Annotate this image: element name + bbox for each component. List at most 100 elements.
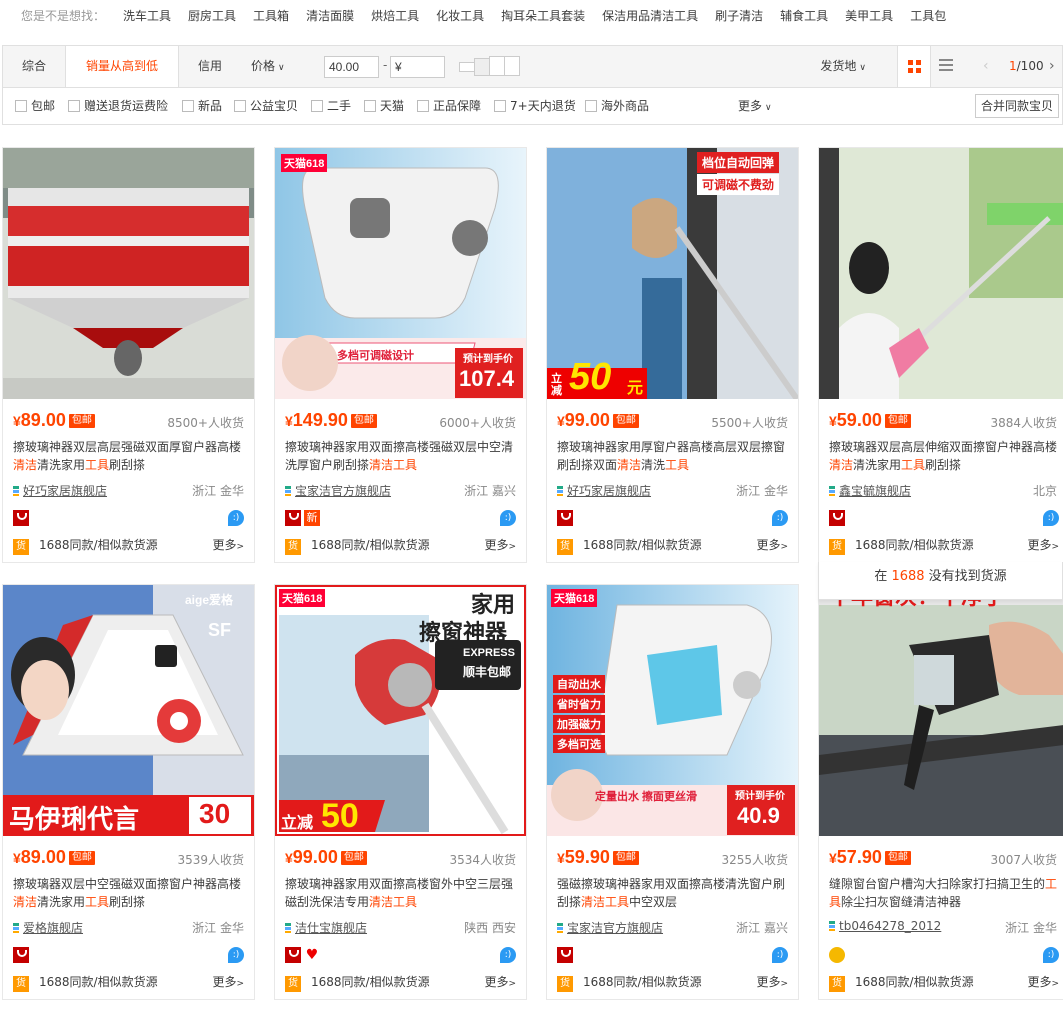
checkbox[interactable] — [234, 100, 246, 112]
suggestion-link[interactable]: 化妆工具 — [436, 7, 484, 24]
more-link[interactable]: 更多> — [484, 536, 516, 556]
shop-link[interactable]: 洁仕宝旗舰店 — [285, 919, 367, 936]
tmall-icon[interactable] — [557, 947, 573, 963]
product-title[interactable]: 缝隙窗台窗户槽沟大扫除家打扫搞卫生的工具除尘扫灰窗缝清洁神器 — [829, 875, 1063, 911]
shop-link[interactable]: tb0464278_2012 — [829, 919, 941, 933]
more-filters-dropdown[interactable]: 更多 ∨ — [738, 88, 772, 126]
filter-charity[interactable]: 公益宝贝 — [234, 88, 298, 124]
merge-same-items-button[interactable]: 合并同款宝贝 — [975, 94, 1059, 118]
product-title[interactable]: 擦玻璃神器家用双面擦高楼窗外中空三层强磁刮洗保洁专用清洁工具 — [285, 875, 519, 911]
product-card[interactable]: 天猫618 家用 擦窗神器 EXPRESS 顺丰包邮 立减 50 ¥99.00 包… — [274, 584, 527, 1000]
suggestion-link[interactable]: 保洁用品清洁工具 — [602, 7, 698, 24]
suggestion-link[interactable]: 美甲工具 — [845, 7, 893, 24]
checkbox[interactable] — [585, 100, 597, 112]
prev-page-icon[interactable]: ‹ — [983, 46, 989, 87]
ship-from-dropdown[interactable]: 发货地 ∨ — [820, 46, 866, 89]
product-title[interactable]: 擦玻璃器双层中空强磁双面擦窗户神器高楼清洁清洗家用工具刷刮搽 — [13, 875, 247, 911]
shop-link[interactable]: 宝家洁官方旗舰店 — [285, 482, 391, 499]
wangwang-chat-icon[interactable]: :) — [500, 510, 516, 526]
checkbox[interactable] — [15, 100, 27, 112]
sort-tab-credit[interactable]: 信用 — [179, 46, 241, 87]
list-view-icon[interactable] — [939, 59, 953, 73]
shop-link[interactable]: 好巧家居旗舰店 — [13, 482, 107, 499]
new-icon[interactable]: 新 — [304, 510, 320, 526]
heart-icon[interactable]: ♥ — [304, 947, 320, 963]
source-link[interactable]: 货 1688同款/相似款货源 — [13, 536, 158, 555]
checkbox[interactable] — [494, 100, 506, 112]
product-card[interactable]: ¥89.00 包邮 8500+人收货 擦玻璃神器双层高层强磁双面厚窗户器高楼清洁清… — [2, 147, 255, 563]
more-link[interactable]: 更多> — [212, 536, 244, 556]
suggestion-link[interactable]: 厨房工具 — [188, 7, 236, 24]
shop-link[interactable]: 好巧家居旗舰店 — [557, 482, 651, 499]
tmall-icon[interactable] — [13, 947, 29, 963]
suggestion-link[interactable]: 工具箱 — [253, 7, 289, 24]
filter-genuine[interactable]: 正品保障 — [417, 88, 481, 124]
more-link[interactable]: 更多> — [1027, 973, 1059, 993]
tmall-icon[interactable] — [285, 510, 301, 526]
wangwang-chat-icon[interactable]: :) — [500, 947, 516, 963]
next-page-icon[interactable]: › — [1049, 46, 1055, 87]
source-link[interactable]: 货 1688同款/相似款货源 — [13, 973, 158, 992]
gold-seller-icon[interactable] — [829, 947, 845, 963]
price-range-slider[interactable] — [459, 56, 521, 78]
product-card[interactable]: 天猫618 自动出水 省时省力 加强磁力 多档可选 定量出水 擦面更丝滑 预计到… — [546, 584, 799, 1000]
source-link[interactable]: 货 1688同款/相似款货源 — [557, 536, 702, 555]
product-image[interactable]: aige爱格 SF 马伊琍代言 30 — [3, 585, 254, 836]
checkbox[interactable] — [364, 100, 376, 112]
wangwang-chat-icon[interactable]: :) — [1043, 947, 1059, 963]
source-link[interactable]: 货 1688同款/相似款货源 — [829, 536, 974, 555]
suggestion-link[interactable]: 工具包 — [910, 7, 946, 24]
source-link[interactable]: 货 1688同款/相似款货源 — [285, 536, 430, 555]
product-image[interactable]: 天猫618 多档可调磁设计 预计到手价 107.4 — [275, 148, 526, 399]
checkbox[interactable] — [417, 100, 429, 112]
source-link[interactable]: 货 1688同款/相似款货源 — [285, 973, 430, 992]
more-link[interactable]: 更多> — [756, 973, 788, 993]
filter-overseas[interactable]: 海外商品 — [585, 88, 649, 124]
tmall-icon[interactable] — [557, 510, 573, 526]
product-card[interactable]: 十年窗灰！千净了 ¥57.90包邮 3007人收货 缝隙窗台窗户槽沟大扫除家打扫… — [818, 584, 1063, 1000]
wangwang-chat-icon[interactable]: :) — [772, 510, 788, 526]
product-title[interactable]: 擦玻璃神器家用厚窗户器高楼高层双层擦窗刷刮搽双面清洁清洗工具 — [557, 438, 791, 474]
product-image[interactable] — [819, 148, 1063, 399]
more-link[interactable]: 更多> — [756, 536, 788, 556]
checkbox[interactable] — [182, 100, 194, 112]
suggestion-link[interactable]: 掏耳朵工具套装 — [501, 7, 585, 24]
product-image[interactable]: 档位自动回弹 可调磁不费劲 立减 50 元 — [547, 148, 798, 399]
product-image[interactable]: 天猫618 自动出水 省时省力 加强磁力 多档可选 定量出水 擦面更丝滑 预计到… — [547, 585, 798, 836]
price-min-input[interactable]: 40.00 — [324, 56, 379, 78]
sort-tab-sales[interactable]: 销量从高到低 — [65, 46, 179, 88]
suggestion-link[interactable]: 刷子清洁 — [715, 7, 763, 24]
price-max-input[interactable]: ¥ — [390, 56, 445, 78]
filter-free-shipping[interactable]: 包邮 — [15, 88, 55, 124]
tmall-icon[interactable] — [829, 510, 845, 526]
sort-tab-price[interactable]: 价格 ∨ — [251, 46, 301, 87]
checkbox[interactable] — [311, 100, 323, 112]
product-card[interactable]: ¥59.00 包邮 3884人收货 擦玻璃器双层高层伸缩双面擦窗户神器高楼清洁清洗… — [818, 147, 1063, 563]
shop-link[interactable]: 宝家洁官方旗舰店 — [557, 919, 663, 936]
product-title[interactable]: 强磁擦玻璃神器家用双面擦高楼清洗窗户刷刮搽清洁工具中空双层 — [557, 875, 791, 911]
product-card[interactable]: 天猫618 多档可调磁设计 预计到手价 107.4 ¥149.90 包邮 6000… — [274, 147, 527, 563]
suggestion-link[interactable]: 烘焙工具 — [371, 7, 419, 24]
wangwang-chat-icon[interactable]: :) — [228, 947, 244, 963]
filter-return-insurance[interactable]: 赠送退货运费险 — [68, 88, 168, 124]
suggestion-link[interactable]: 辅食工具 — [780, 7, 828, 24]
suggestion-link[interactable]: 清洁面膜 — [306, 7, 354, 24]
product-card[interactable]: 档位自动回弹 可调磁不费劲 立减 50 元 ¥99.00 包邮 5500+人收货 … — [546, 147, 799, 563]
product-image[interactable] — [3, 148, 254, 399]
tmall-icon[interactable] — [13, 510, 29, 526]
shop-link[interactable]: 爱格旗舰店 — [13, 919, 83, 936]
suggestion-link[interactable]: 洗车工具 — [123, 7, 171, 24]
checkbox[interactable] — [68, 100, 80, 112]
product-card[interactable]: aige爱格 SF 马伊琍代言 30 ¥89.00 包邮 3539人收货 擦玻璃器… — [2, 584, 255, 1000]
filter-tmall[interactable]: 天猫 — [364, 88, 404, 124]
product-image[interactable]: 十年窗灰！千净了 — [819, 585, 1063, 836]
source-link[interactable]: 货 1688同款/相似款货源 — [557, 973, 702, 992]
filter-7day-return[interactable]: 7+天内退货 — [494, 88, 576, 124]
more-link[interactable]: 更多> — [484, 973, 516, 993]
product-title[interactable]: 擦玻璃神器家用双面擦高楼强磁双层中空清洗厚窗户刷刮搽清洁工具 — [285, 438, 519, 474]
product-title[interactable]: 擦玻璃神器双层高层强磁双面厚窗户器高楼清洁清洗家用工具刷刮搽 — [13, 438, 247, 474]
wangwang-chat-icon[interactable]: :) — [1043, 510, 1059, 526]
product-image[interactable]: 天猫618 家用 擦窗神器 EXPRESS 顺丰包邮 立减 50 — [275, 585, 526, 836]
shop-link[interactable]: 鑫宝毓旗舰店 — [829, 482, 911, 499]
product-title[interactable]: 擦玻璃器双层高层伸缩双面擦窗户神器高楼清洁清洗家用工具刷刮搽 — [829, 438, 1063, 474]
